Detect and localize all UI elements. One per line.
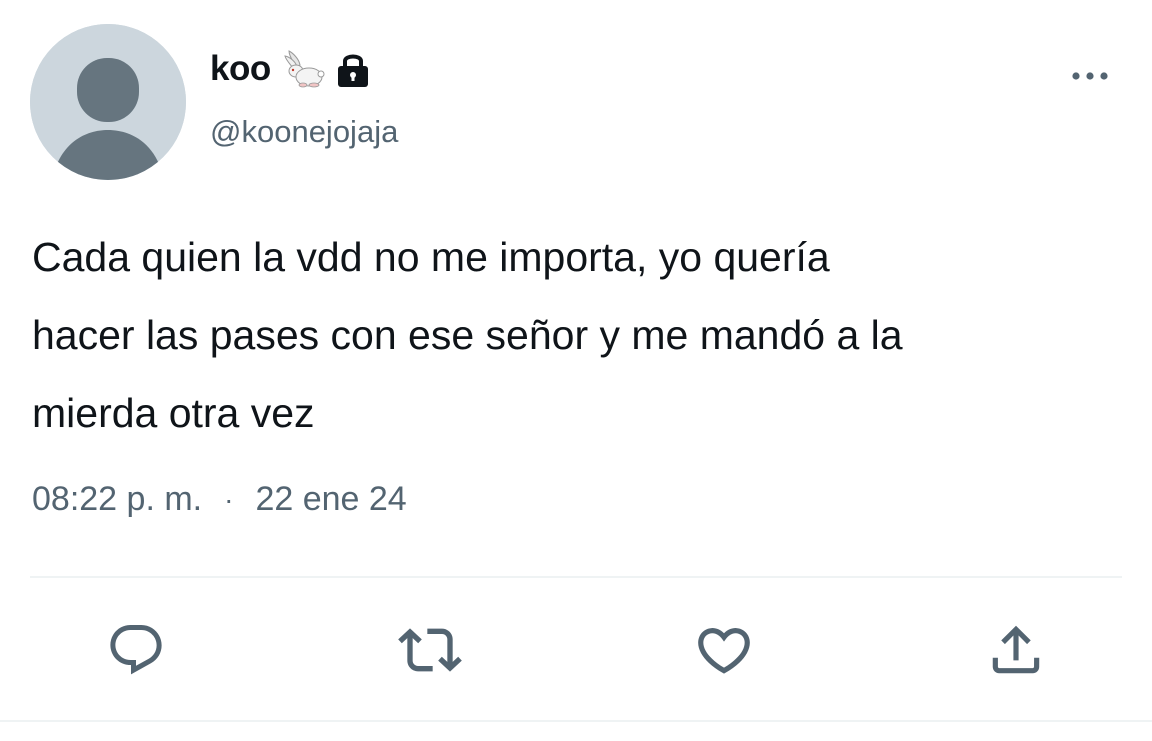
author-handle[interactable]: @koonejojaja bbox=[210, 114, 398, 150]
more-options-button[interactable] bbox=[1062, 56, 1118, 96]
reply-icon bbox=[110, 625, 162, 675]
more-icon bbox=[1072, 72, 1108, 80]
tweet-time[interactable]: 08:22 p. m. bbox=[32, 480, 202, 519]
like-button[interactable] bbox=[692, 618, 756, 682]
rabbit-icon bbox=[281, 47, 325, 91]
tweet-date[interactable]: 22 ene 24 bbox=[255, 480, 406, 519]
avatar[interactable] bbox=[30, 24, 186, 180]
meta-separator: · bbox=[224, 483, 234, 515]
share-button[interactable] bbox=[984, 618, 1048, 682]
reply-button[interactable] bbox=[104, 618, 168, 682]
lock-icon bbox=[335, 49, 371, 89]
tweet-text-line: mierda otra vez bbox=[32, 390, 315, 436]
author-name-row: koo bbox=[210, 44, 371, 94]
tweet-text-line: Cada quien la vdd no me importa, yo quer… bbox=[32, 234, 830, 280]
divider bbox=[30, 576, 1122, 578]
tweet-text-line: hacer las pases con ese señor y me mandó… bbox=[32, 312, 903, 358]
share-icon bbox=[992, 625, 1040, 674]
retweet-icon bbox=[398, 628, 462, 672]
tweet-text: Cada quien la vdd no me importa, yo quer… bbox=[32, 218, 1122, 452]
like-icon bbox=[698, 628, 750, 674]
display-name[interactable]: koo bbox=[210, 49, 271, 89]
retweet-button[interactable] bbox=[398, 618, 462, 682]
tweet-timestamp: 08:22 p. m. · 22 ene 24 bbox=[32, 480, 407, 519]
default-profile-icon bbox=[30, 24, 186, 180]
divider bbox=[0, 720, 1152, 722]
